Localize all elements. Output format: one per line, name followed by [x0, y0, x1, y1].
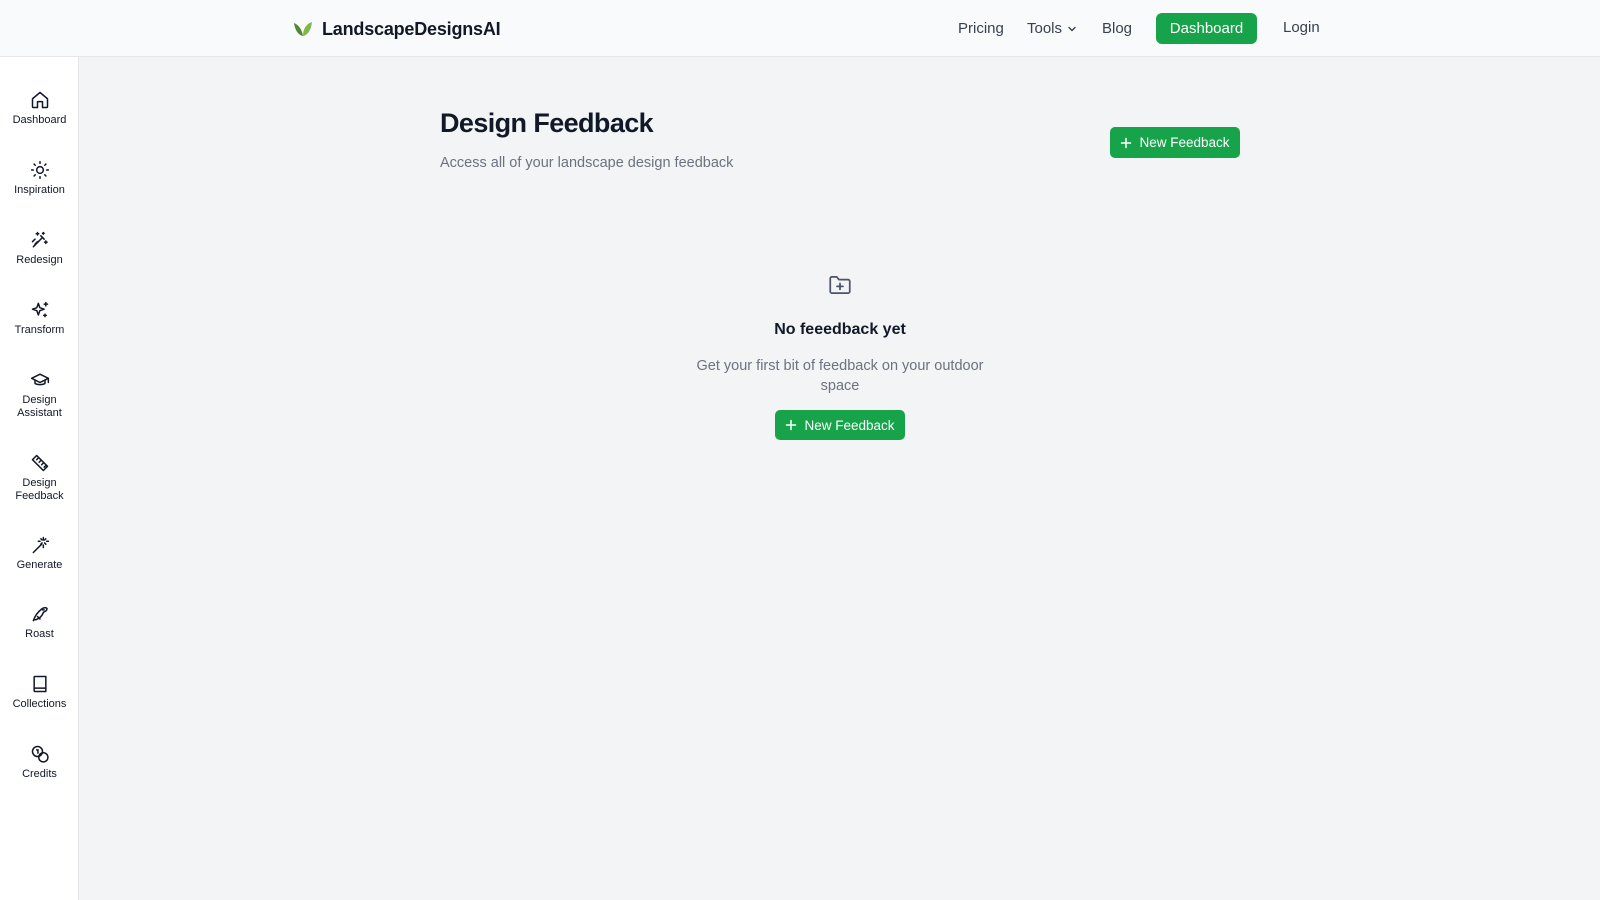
empty-state-title: No feeedback yet	[774, 321, 906, 338]
sidebar-item-inspiration[interactable]: Inspiration	[0, 160, 79, 197]
plus-icon	[786, 419, 797, 431]
nav-login-link[interactable]: Login	[1283, 18, 1320, 38]
sidebar-item-label: Transform	[14, 324, 65, 336]
empty-state: No feeedback yet Get your first bit of f…	[690, 272, 990, 440]
ruler-icon	[31, 454, 48, 472]
plus-icon	[1121, 137, 1132, 148]
nav-dashboard-button[interactable]: Dashboard	[1156, 13, 1257, 44]
sidebar-item-dashboard[interactable]: Dashboard	[0, 90, 79, 127]
sidebar: Dashboard Inspiration Redesign Transform…	[0, 57, 79, 900]
sidebar-item-label: Inspiration	[14, 184, 65, 196]
nav-pricing-link[interactable]: Pricing	[958, 19, 1004, 39]
sidebar-item-label: Collections	[12, 698, 67, 710]
sun-icon	[30, 160, 49, 180]
coins-icon	[31, 745, 49, 763]
empty-state-text: Get your first bit of feedback on your o…	[696, 358, 984, 394]
sidebar-item-label: Design Assistant	[17, 394, 62, 419]
sidebar-item-label: Redesign	[16, 254, 63, 266]
sidebar-item-transform[interactable]: Transform	[0, 300, 79, 337]
empty-new-feedback-label: New Feedback	[804, 417, 895, 433]
magic-wand-icon	[31, 231, 48, 248]
bird-icon	[32, 606, 48, 622]
chevron-down-icon	[1068, 26, 1076, 32]
sidebar-item-label: Design Feedback	[15, 477, 64, 502]
nav-tools-dropdown[interactable]: Tools	[1027, 19, 1078, 39]
top-navbar: LandscapeDesignsAI Pricing Tools Blog Da…	[0, 0, 1600, 57]
leaf-icon	[294, 22, 312, 36]
nav-blog-link[interactable]: Blog	[1102, 19, 1132, 39]
graduation-cap-icon	[30, 373, 49, 386]
page-subtitle: Access all of your landscape design feed…	[440, 155, 734, 171]
sidebar-item-design-feedback[interactable]: Design Feedback	[0, 453, 79, 503]
sidebar-item-credits[interactable]: Credits	[0, 744, 79, 781]
sidebar-item-label: Dashboard	[12, 114, 67, 126]
sidebar-item-label: Credits	[22, 768, 57, 780]
home-icon	[31, 91, 48, 109]
empty-new-feedback-button[interactable]: New Feedback	[775, 410, 905, 440]
sidebar-item-generate[interactable]: Generate	[0, 535, 79, 572]
nav-tools-label: Tools	[1027, 20, 1063, 37]
page-title: Design Feedback	[440, 108, 654, 138]
sidebar-item-redesign[interactable]: Redesign	[0, 230, 79, 267]
folder-plus-icon	[829, 276, 851, 294]
new-feedback-label: New Feedback	[1139, 135, 1230, 150]
sidebar-item-label: Roast	[25, 628, 54, 640]
new-feedback-button[interactable]: New Feedback	[1110, 127, 1240, 158]
brand-logo-link[interactable]: LandscapeDesignsAI	[292, 17, 501, 41]
sidebar-item-design-assistant[interactable]: Design Assistant	[0, 370, 79, 420]
brand-name: LandscapeDesignsAI	[322, 18, 501, 39]
sparkles-icon	[31, 301, 48, 318]
sidebar-item-collections[interactable]: Collections	[0, 674, 79, 711]
sidebar-item-label: Generate	[16, 559, 63, 571]
sidebar-item-roast[interactable]: Roast	[0, 604, 79, 641]
book-icon	[32, 675, 47, 693]
wand-sparkle-icon	[32, 536, 49, 554]
